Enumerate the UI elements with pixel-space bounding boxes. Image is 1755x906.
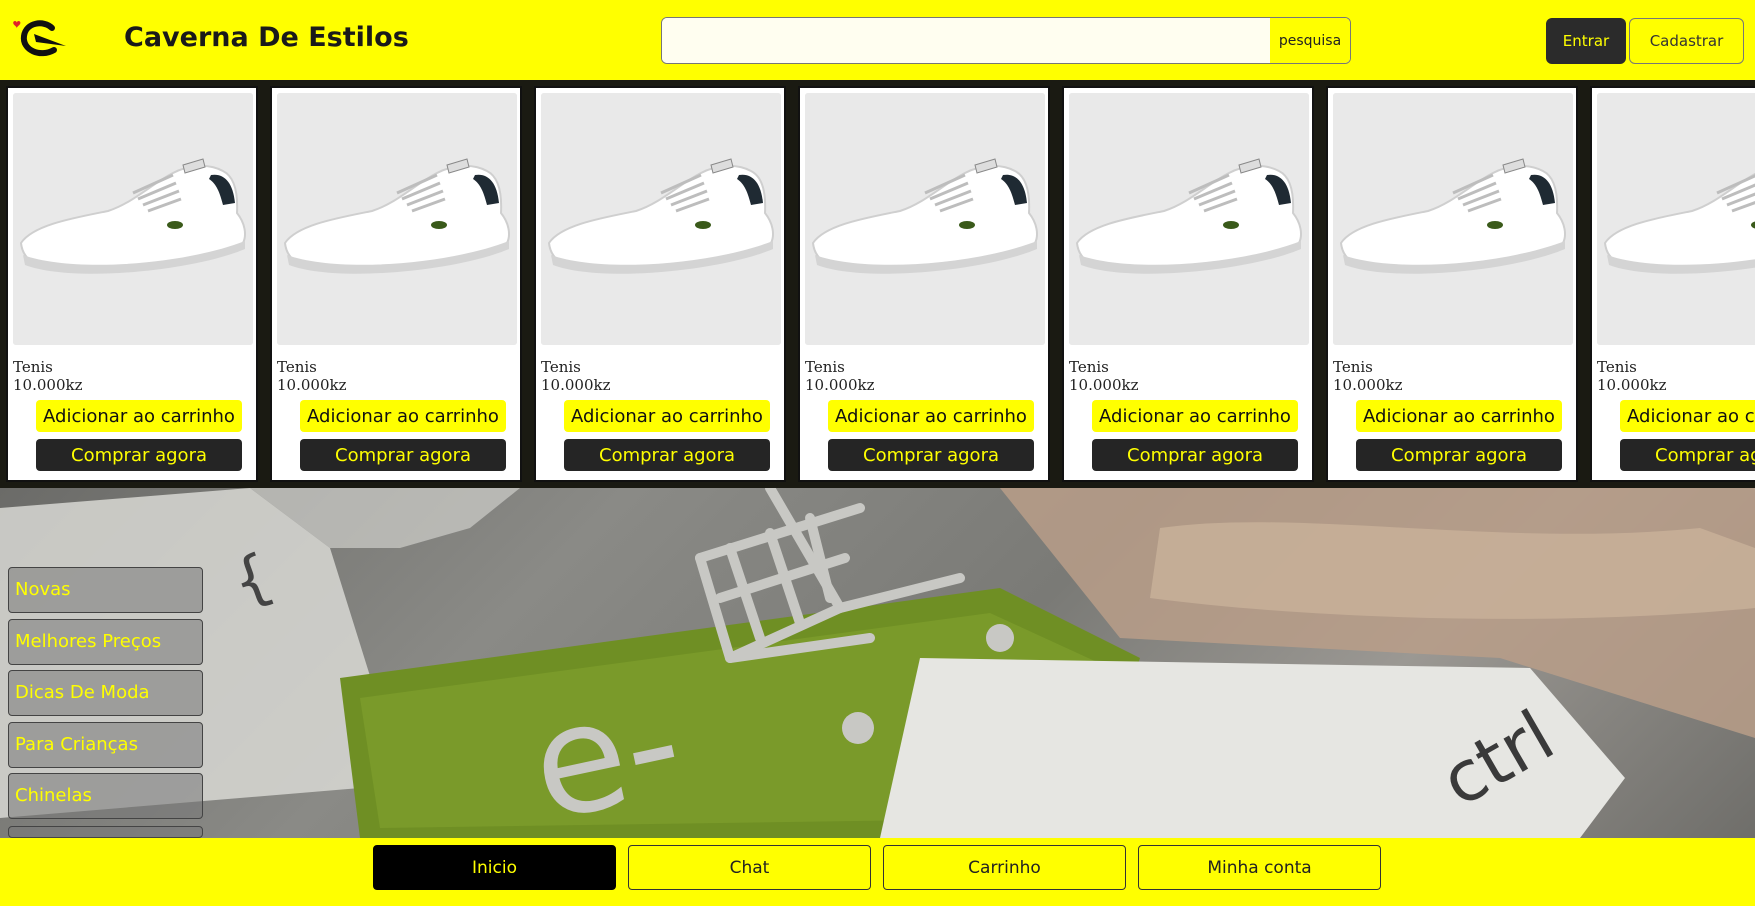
add-to-cart-button[interactable]: Adicionar ao carrinho xyxy=(828,400,1034,432)
sidebar-category-item-partial[interactable] xyxy=(8,826,203,838)
register-button[interactable]: Cadastrar xyxy=(1629,18,1744,64)
add-to-cart-button[interactable]: Adicionar ao carrinho xyxy=(36,400,242,432)
product-price: 10.000kz xyxy=(541,376,611,394)
product-image[interactable] xyxy=(13,93,253,345)
product-card[interactable]: Tenis 10.000kz Adicionar ao carrinho Com… xyxy=(534,86,786,482)
product-name: Tenis xyxy=(805,358,845,376)
sidebar-category-item[interactable]: Chinelas xyxy=(8,773,203,819)
header: Caverna De Estilos pesquisa Entrar Cadas… xyxy=(0,0,1755,80)
add-to-cart-button[interactable]: Adicionar ao carrinho xyxy=(564,400,770,432)
product-image[interactable] xyxy=(277,93,517,345)
search-button[interactable]: pesquisa xyxy=(1270,18,1350,63)
search-box: pesquisa xyxy=(661,17,1351,64)
product-name: Tenis xyxy=(1597,358,1637,376)
product-image[interactable] xyxy=(541,93,781,345)
buy-now-button[interactable]: Comprar agora xyxy=(564,439,770,471)
product-card[interactable]: Tenis 10.000kz Adicionar ao carrinho Com… xyxy=(6,86,258,482)
add-to-cart-button[interactable]: Adicionar ao carrinho xyxy=(300,400,506,432)
buy-now-button[interactable]: Comprar agora xyxy=(828,439,1034,471)
product-card[interactable]: Tenis 10.000kz Adicionar ao carrinho Com… xyxy=(1326,86,1578,482)
sidebar-category-item[interactable]: Para Crianças xyxy=(8,721,203,768)
sidebar-category-item[interactable]: Melhores Preços xyxy=(8,618,203,665)
hero-illustration: e- ctrl { xyxy=(0,488,1755,838)
nav-minha-conta[interactable]: Minha conta xyxy=(1138,845,1381,890)
buy-now-button[interactable]: Comprar agora xyxy=(300,439,506,471)
product-image[interactable] xyxy=(805,93,1045,345)
nav-carrinho[interactable]: Carrinho xyxy=(883,845,1126,890)
product-price: 10.000kz xyxy=(277,376,347,394)
bottom-nav: Inicio Chat Carrinho Minha conta xyxy=(0,838,1755,906)
product-price: 10.000kz xyxy=(1597,376,1667,394)
product-name: Tenis xyxy=(1069,358,1109,376)
login-button[interactable]: Entrar xyxy=(1546,18,1626,64)
nav-inicio[interactable]: Inicio xyxy=(373,845,616,890)
product-price: 10.000kz xyxy=(805,376,875,394)
product-image[interactable] xyxy=(1333,93,1573,345)
product-card[interactable]: Tenis 10.000kz Adicionar ao carrinho Com… xyxy=(1590,86,1755,482)
product-name: Tenis xyxy=(13,358,53,376)
hero-banner: e- ctrl { Novas Melhores Preços Dicas De M… xyxy=(0,488,1755,838)
nav-chat[interactable]: Chat xyxy=(628,845,871,890)
product-name: Tenis xyxy=(1333,358,1373,376)
product-card[interactable]: Tenis 10.000kz Adicionar ao carrinho Com… xyxy=(798,86,1050,482)
product-image[interactable] xyxy=(1069,93,1309,345)
site-title: Caverna De Estilos xyxy=(124,22,409,53)
buy-now-button[interactable]: Comprar agora xyxy=(36,439,242,471)
product-image[interactable] xyxy=(1597,93,1755,345)
product-strip: Tenis 10.000kz Adicionar ao carrinho Com… xyxy=(0,80,1755,488)
sidebar-category-item[interactable]: Novas xyxy=(8,567,203,613)
product-name: Tenis xyxy=(277,358,317,376)
product-price: 10.000kz xyxy=(1333,376,1403,394)
add-to-cart-button[interactable]: Adicionar ao carrinho xyxy=(1620,400,1755,432)
logo-icon[interactable] xyxy=(12,18,70,60)
product-name: Tenis xyxy=(541,358,581,376)
add-to-cart-button[interactable]: Adicionar ao carrinho xyxy=(1092,400,1298,432)
product-card[interactable]: Tenis 10.000kz Adicionar ao carrinho Com… xyxy=(1062,86,1314,482)
product-price: 10.000kz xyxy=(13,376,83,394)
product-price: 10.000kz xyxy=(1069,376,1139,394)
add-to-cart-button[interactable]: Adicionar ao carrinho xyxy=(1356,400,1562,432)
buy-now-button[interactable]: Comprar agora xyxy=(1092,439,1298,471)
search-input[interactable] xyxy=(662,18,1270,63)
sidebar-category-item[interactable]: Dicas De Moda xyxy=(8,670,203,716)
buy-now-button[interactable]: Comprar agora xyxy=(1356,439,1562,471)
buy-now-button[interactable]: Comprar agora xyxy=(1620,439,1755,471)
product-card[interactable]: Tenis 10.000kz Adicionar ao carrinho Com… xyxy=(270,86,522,482)
